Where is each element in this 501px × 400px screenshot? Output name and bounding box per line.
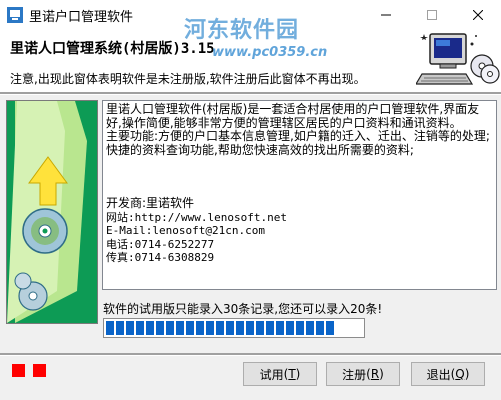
progress-segment — [206, 321, 214, 335]
progress-segment — [246, 321, 254, 335]
status-indicator — [33, 364, 46, 377]
progress-fill — [106, 321, 334, 335]
features-text: 主要功能:方便的户口基本信息管理,如户籍的迁入、迁出、注销等的处理;快捷的资料查… — [106, 129, 490, 157]
minimize-icon — [381, 14, 391, 16]
registration-window: 里诺户口管理软件 里诺人口管理系统(村居版)3.15 注意,出现此窗体表明软件是… — [0, 0, 501, 400]
progress-segment — [306, 321, 314, 335]
email-text: E-Mail:lenosoft@21cn.com — [106, 224, 265, 237]
minimize-button[interactable] — [363, 0, 409, 30]
progress-segment — [166, 321, 174, 335]
intro-text: 里诺人口管理软件(村居版)是一套适合村居使用的户口管理软件,界面友好,操作简便,… — [106, 102, 480, 130]
trial-button-label: 试用 — [259, 367, 284, 382]
exit-button-key: Q — [455, 367, 465, 381]
progress-segment — [286, 321, 294, 335]
watermark-text: 河东软件园 — [184, 18, 300, 43]
progress-segment — [146, 321, 154, 335]
website-text: 网站:http://www.lenosoft.net — [106, 210, 287, 224]
progress-segment — [116, 321, 124, 335]
register-button-label: 注册 — [342, 367, 367, 382]
unregistered-notice: 注意,出现此窗体表明软件是未注册版,软件注册后此窗体不再出现。 — [10, 72, 366, 86]
side-banner — [6, 100, 98, 324]
register-button[interactable]: 注册(R) — [326, 362, 400, 386]
progress-segment — [196, 321, 204, 335]
progress-segment — [276, 321, 284, 335]
app-icon — [7, 7, 23, 23]
computer-icon — [416, 33, 500, 85]
progress-segment — [126, 321, 134, 335]
progress-segment — [316, 321, 324, 335]
window-title: 里诺户口管理软件 — [29, 10, 134, 25]
trial-button[interactable]: 试用(T) — [243, 362, 317, 386]
progress-segment — [136, 321, 144, 335]
banner-art — [7, 101, 97, 323]
register-button-key: R — [370, 367, 380, 381]
trial-limit-message: 软件的试用版只能录入30条记录,您还可以录入20条! — [103, 302, 383, 316]
trial-button-key: T — [288, 367, 296, 381]
status-indicator — [12, 364, 25, 377]
watermark-url: www.pc0359.cn — [212, 45, 328, 60]
trial-progress-bar — [103, 318, 365, 338]
progress-segment — [216, 321, 224, 335]
progress-segment — [236, 321, 244, 335]
progress-segment — [226, 321, 234, 335]
developer-text: 开发商:里诺软件 — [106, 196, 195, 210]
header-divider — [0, 92, 501, 95]
fax-text: 传真:0714-6308829 — [106, 251, 215, 264]
progress-segment — [326, 321, 334, 335]
progress-segment — [266, 321, 274, 335]
progress-segment — [106, 321, 114, 335]
maximize-button[interactable] — [409, 0, 455, 30]
close-icon — [473, 10, 483, 20]
maximize-icon — [427, 10, 437, 20]
progress-segment — [296, 321, 304, 335]
progress-segment — [186, 321, 194, 335]
progress-segment — [176, 321, 184, 335]
progress-segment — [156, 321, 164, 335]
exit-button-label: 退出 — [426, 367, 451, 382]
footer-divider — [0, 353, 501, 356]
exit-button[interactable]: 退出(Q) — [411, 362, 485, 386]
phone-text: 电话:0714-6252277 — [106, 237, 215, 251]
close-button[interactable] — [455, 0, 501, 30]
progress-segment — [256, 321, 264, 335]
info-panel[interactable]: 里诺人口管理软件(村居版)是一套适合村居使用的户口管理软件,界面友好,操作简便,… — [102, 100, 497, 290]
